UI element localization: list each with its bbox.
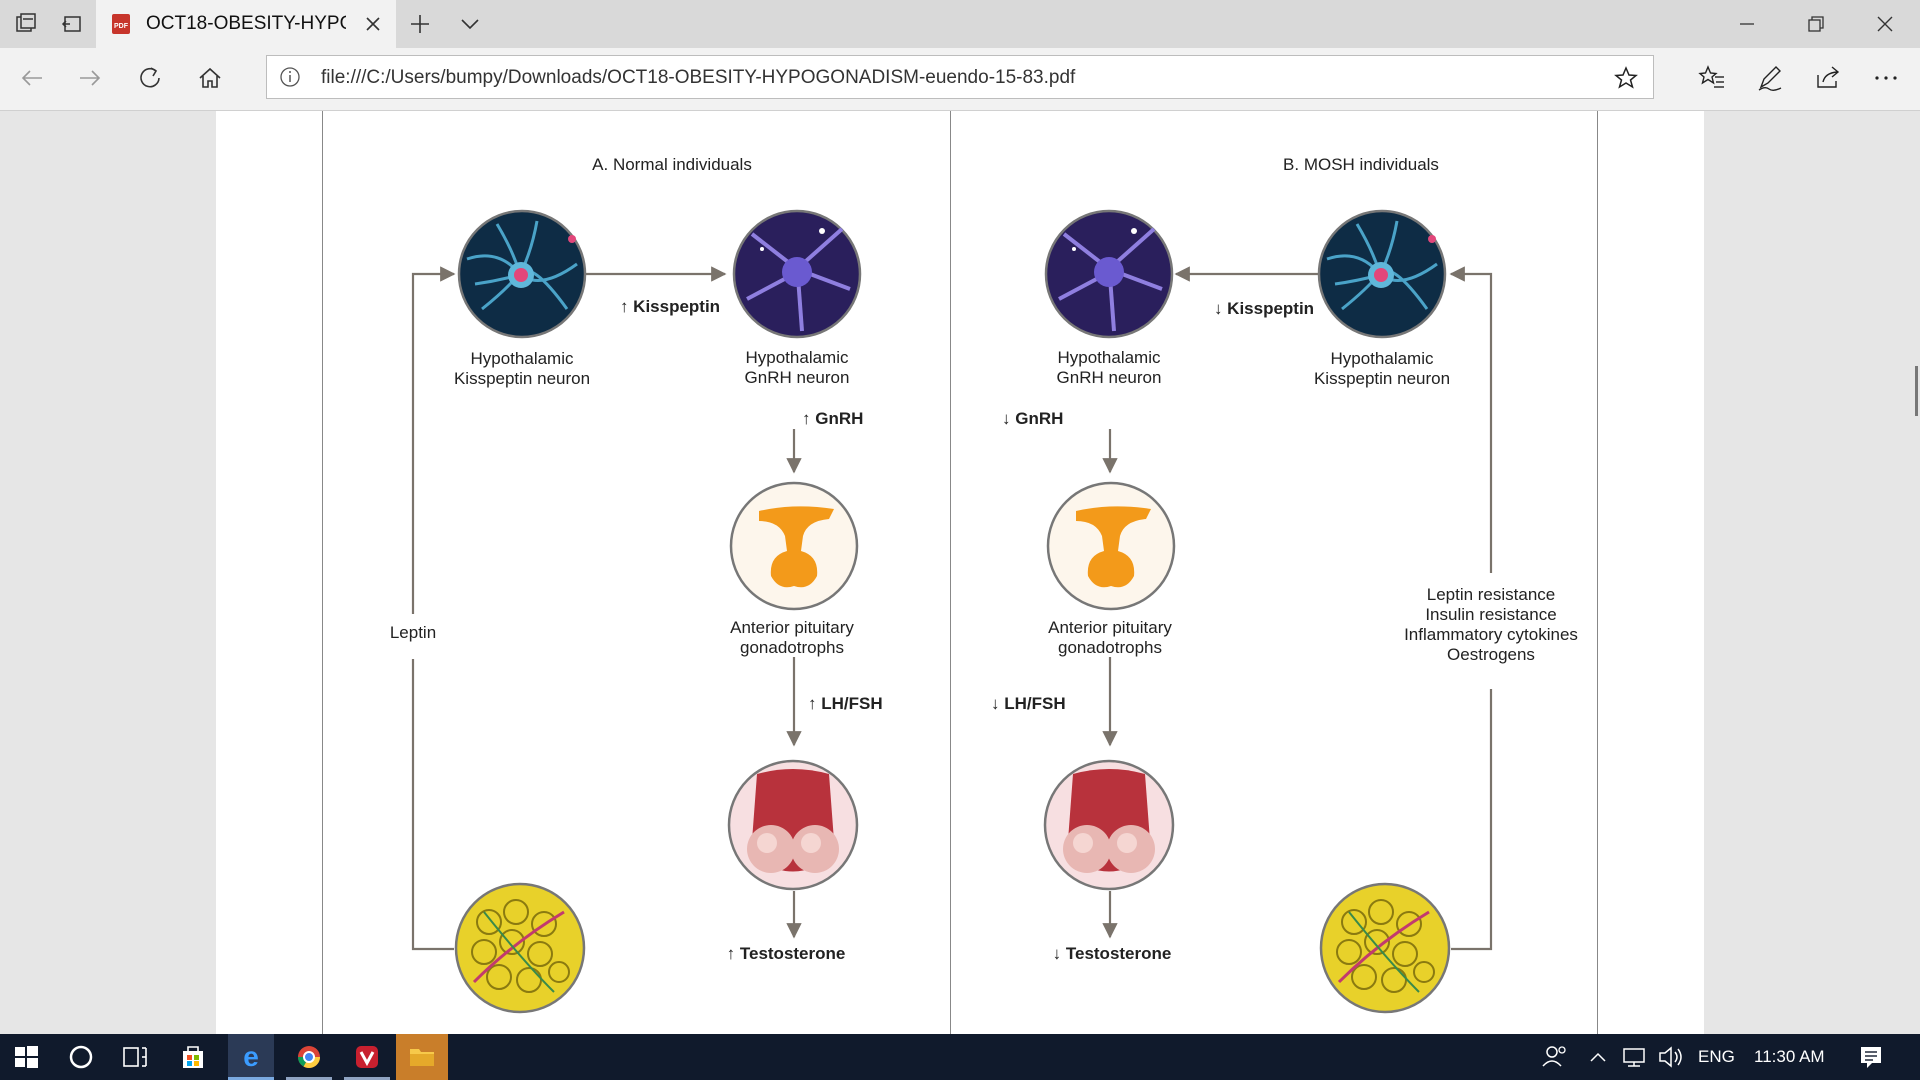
taskbar: e ENG 11:30 AM	[0, 1034, 1920, 1080]
gnrh-neuron-label-a: Hypothalamic GnRH neuron	[712, 348, 882, 388]
tab-title: OCT18-OBESITY-HYPO(	[146, 13, 346, 34]
label-line: Anterior pituitary	[1048, 618, 1172, 637]
share-icon[interactable]	[1813, 63, 1843, 93]
gnrh-down-label: ↓ GnRH	[1002, 409, 1064, 428]
gnrh-up-label: ↑ GnRH	[802, 409, 864, 428]
kisspeptin-neuron-image-b	[1317, 209, 1447, 339]
factor-line: Leptin resistance	[1426, 585, 1556, 604]
refresh-icon[interactable]	[136, 64, 164, 92]
kisspeptin-down-label: ↓ Kisspeptin	[1213, 299, 1315, 318]
pdf-viewport[interactable]: A. Normal individuals Hypothalamic Kissp…	[0, 111, 1920, 1034]
chevron-up-icon[interactable]	[1586, 1034, 1610, 1080]
kisspeptin-neuron-label-b: Hypothalamic Kisspeptin neuron	[1292, 349, 1472, 389]
adipose-tissue-image-a	[454, 882, 586, 1014]
set-aside-tabs-icon[interactable]	[60, 12, 84, 36]
factor-line: Oestrogens	[1447, 645, 1535, 664]
label-line: Anterior pituitary	[730, 618, 854, 637]
lhfsh-up-label: ↑ LH/FSH	[808, 694, 883, 713]
svg-text:PDF: PDF	[114, 23, 129, 30]
pituitary-label-b: Anterior pituitary gonadotrophs	[1020, 618, 1200, 658]
volume-icon[interactable]	[1656, 1034, 1686, 1080]
home-icon[interactable]	[196, 64, 224, 92]
label-line: gonadotrophs	[740, 638, 844, 657]
action-center-icon[interactable]	[1856, 1034, 1886, 1080]
forward-icon[interactable]	[76, 64, 104, 92]
address-bar[interactable]: file:///C:/Users/bumpy/Downloads/OCT18-O…	[266, 55, 1654, 99]
label-line: gonadotrophs	[1058, 638, 1162, 657]
scrollbar-thumb[interactable]	[1915, 366, 1918, 416]
label-line: GnRH neuron	[744, 368, 850, 387]
favorite-star-icon[interactable]	[1613, 65, 1639, 91]
label-line: Kisspeptin neuron	[453, 369, 591, 388]
cortana-search-icon[interactable]	[58, 1034, 104, 1080]
leptin-label: Leptin	[389, 623, 437, 642]
testes-image-b	[1043, 759, 1175, 891]
label-line: GnRH neuron	[1056, 368, 1162, 387]
kisspeptin-neuron-image-a	[457, 209, 587, 339]
pituitary-image-a	[729, 481, 859, 611]
testosterone-down-label: ↓ Testosterone	[1052, 944, 1172, 963]
language-indicator[interactable]: ENG	[1698, 1047, 1735, 1067]
network-icon[interactable]	[1620, 1034, 1650, 1080]
adipose-tissue-image-b	[1319, 882, 1451, 1014]
task-view-icon[interactable]	[112, 1034, 158, 1080]
back-icon[interactable]	[18, 64, 46, 92]
testosterone-up-label: ↑ Testosterone	[726, 944, 846, 963]
label-line: Hypothalamic	[745, 348, 849, 367]
people-icon[interactable]	[1540, 1034, 1570, 1080]
panel-b-heading: B. MOSH individuals	[1283, 155, 1439, 174]
label-line: Kisspeptin neuron	[1313, 369, 1451, 388]
lhfsh-down-label: ↓ LH/FSH	[991, 694, 1066, 713]
windows-start-icon[interactable]	[0, 1034, 52, 1080]
close-window-icon[interactable]	[1873, 12, 1897, 36]
info-icon[interactable]	[279, 66, 301, 88]
close-tab-icon[interactable]	[362, 13, 384, 35]
tab-active[interactable]: PDF OCT18-OBESITY-HYPO(	[96, 0, 396, 48]
url-text[interactable]: file:///C:/Users/bumpy/Downloads/OCT18-O…	[321, 67, 1075, 89]
svg-text:e: e	[243, 1041, 259, 1072]
file-explorer-icon[interactable]	[396, 1034, 448, 1080]
favorites-hub-icon[interactable]	[1697, 63, 1727, 93]
new-tab-icon[interactable]	[408, 12, 432, 36]
store-icon[interactable]	[170, 1034, 216, 1080]
gnrh-neuron-image-b	[1044, 209, 1174, 339]
label-line: Hypothalamic	[1330, 349, 1434, 368]
chrome-icon[interactable]	[286, 1034, 332, 1080]
factor-line: Insulin resistance	[1425, 605, 1557, 624]
pdf-page: A. Normal individuals Hypothalamic Kissp…	[216, 111, 1704, 1034]
pen-notes-icon[interactable]	[1755, 63, 1785, 93]
pituitary-image-b	[1046, 481, 1176, 611]
edge-browser-icon[interactable]: e	[228, 1034, 274, 1080]
clock[interactable]: 11:30 AM	[1754, 1047, 1825, 1067]
gnrh-neuron-label-b: Hypothalamic GnRH neuron	[1024, 348, 1194, 388]
panel-a-heading: A. Normal individuals	[592, 155, 752, 174]
pathway-arrows	[411, 266, 1493, 951]
chevron-down-icon[interactable]	[458, 12, 482, 36]
kisspeptin-up-label: ↑ Kisspeptin	[619, 297, 721, 316]
label-line: Hypothalamic	[470, 349, 574, 368]
pituitary-label-a: Anterior pituitary gonadotrophs	[702, 618, 882, 658]
minimize-icon[interactable]	[1735, 12, 1759, 36]
antivirus-icon[interactable]	[344, 1034, 390, 1080]
mosh-factors-label: Leptin resistance Insulin resistance Inf…	[1386, 585, 1596, 665]
restore-icon[interactable]	[1804, 12, 1828, 36]
kisspeptin-neuron-label-a: Hypothalamic Kisspeptin neuron	[432, 349, 612, 389]
testes-image-a	[727, 759, 859, 891]
pdf-icon: PDF	[110, 13, 132, 35]
factor-line: Inflammatory cytokines	[1404, 625, 1578, 644]
gnrh-neuron-image-a	[732, 209, 862, 339]
label-line: Hypothalamic	[1057, 348, 1161, 367]
navigation-bar: file:///C:/Users/bumpy/Downloads/OCT18-O…	[0, 48, 1920, 111]
tab-list-icon[interactable]	[14, 12, 38, 36]
title-bar: PDF OCT18-OBESITY-HYPO(	[0, 0, 1920, 48]
more-icon[interactable]	[1871, 63, 1901, 93]
